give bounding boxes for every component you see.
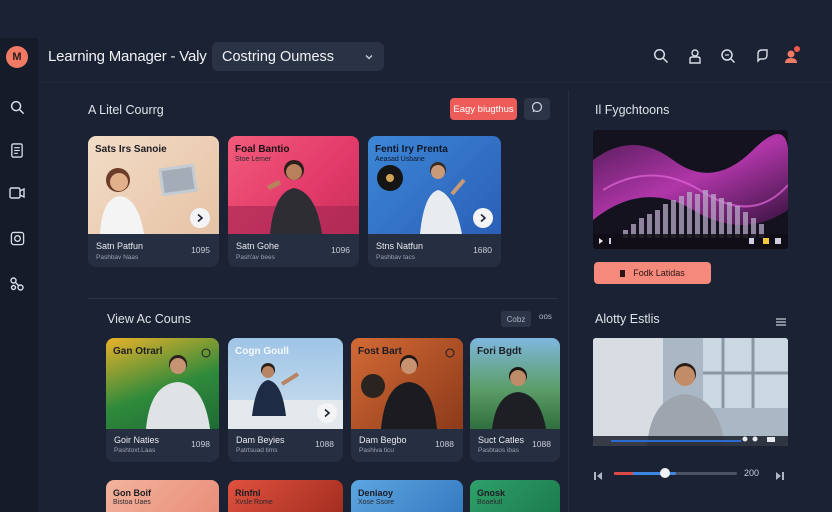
card-thumb-subtitle: Aeasad Usbane xyxy=(375,156,425,163)
course-card[interactable]: Fori Bgdt Suct Catles Pasbtaos ibas 1088 xyxy=(470,338,560,462)
chevron-down-icon xyxy=(364,50,374,66)
card-thumb-title: Sats Irs Sanoie xyxy=(95,144,167,155)
view-all-title: View Ac Couns xyxy=(107,312,191,326)
play-icon[interactable] xyxy=(190,208,210,228)
card-thumb-subtitle: Xvsle Rome xyxy=(235,499,273,506)
player-action-label: Fodk Latidas xyxy=(633,268,685,278)
card-title: Goir Naties xyxy=(114,435,160,445)
card-thumb-title: Gon Boif xyxy=(113,488,151,498)
column-divider xyxy=(568,90,569,512)
latest-primary-button[interactable]: Eagy biugthus xyxy=(450,98,517,120)
search-icon[interactable] xyxy=(652,47,670,65)
card-subtitle: Pashtoxt.Laas xyxy=(114,447,156,454)
previous-icon[interactable] xyxy=(594,468,602,486)
card-thumb-title: Gan Otrarl xyxy=(113,346,163,357)
video-icon[interactable] xyxy=(9,185,25,201)
search-icon[interactable] xyxy=(9,99,25,115)
card-subtitle: Pashiva ticu xyxy=(359,447,395,454)
course-dropdown[interactable]: Costring Oumess xyxy=(212,42,384,71)
document-icon[interactable] xyxy=(9,142,25,158)
card-thumb-title: Gnosk xyxy=(477,488,506,498)
card-thumb-title: Cogn Goull xyxy=(235,346,289,357)
course-card[interactable]: Cogn Goull Dam Beyies Patrtsuad tims 108… xyxy=(228,338,343,462)
view-toggle[interactable]: Cobz xyxy=(501,311,531,327)
playback-controls[interactable]: 200 xyxy=(594,466,788,480)
audio-player[interactable] xyxy=(593,130,788,249)
course-card[interactable]: Deniaoy Xose Ssore xyxy=(351,480,463,512)
gallery-icon[interactable] xyxy=(9,230,25,246)
user-icon[interactable] xyxy=(686,47,704,65)
filter-button[interactable] xyxy=(524,98,550,120)
course-card[interactable]: Sats Irs Sanoie Satn Patfun Pashbav Naas… xyxy=(88,136,219,267)
course-card[interactable]: Gnosk Boaelutl xyxy=(470,480,560,512)
card-title: Stns Natfun xyxy=(376,241,424,251)
logo-text: M xyxy=(12,51,22,63)
card-count: 1095 xyxy=(191,245,210,255)
app-logo[interactable]: M xyxy=(6,46,28,68)
info-icon xyxy=(445,345,455,363)
info-icon xyxy=(201,345,211,363)
course-card[interactable]: Fenti Iry Prenta Aeasad Usbane Stns Natf… xyxy=(368,136,501,267)
progress-track[interactable] xyxy=(614,472,737,475)
card-count: 1088 xyxy=(532,439,551,449)
settings-icon[interactable] xyxy=(9,276,25,292)
card-title: Satn Patfun xyxy=(96,241,144,251)
menu-icon[interactable] xyxy=(775,314,787,332)
notification-badge xyxy=(794,46,800,52)
next-icon[interactable] xyxy=(776,468,784,486)
card-title: Dam Begbo xyxy=(359,435,407,445)
card-thumb-title: Deniaoy xyxy=(358,488,394,498)
latest-courses-title: A Litel Courrg xyxy=(88,103,164,117)
card-subtitle: Pashbav Naas xyxy=(96,254,139,261)
card-title: Satn Gohe xyxy=(236,241,280,251)
course-thumbnail: Fost Bart xyxy=(351,338,463,429)
card-count: 1088 xyxy=(315,439,334,449)
card-thumb-subtitle: Bistoa Uaes xyxy=(113,499,151,506)
card-title: Suct Catles xyxy=(478,435,525,445)
card-thumb-subtitle: Boaelutl xyxy=(477,499,503,506)
course-card[interactable]: Fost Bart Dam Begbo Pashiva ticu 1088 xyxy=(351,338,463,462)
card-count: 1096 xyxy=(331,245,350,255)
card-thumb-title: Foal Bantio xyxy=(235,144,290,155)
section-divider xyxy=(88,298,558,299)
play-icon[interactable] xyxy=(473,208,493,228)
course-card[interactable]: Gon Boif Bistoa Uaes xyxy=(106,480,219,512)
play-icon[interactable] xyxy=(317,403,337,423)
card-title: Dam Beyies xyxy=(236,435,285,445)
course-thumbnail: Foal Bantio Stoe Lemer xyxy=(228,136,359,234)
course-dropdown-value: Costring Oumess xyxy=(222,48,335,65)
stop-icon xyxy=(620,269,626,277)
bookmark-icon[interactable] xyxy=(753,47,771,65)
card-subtitle: Patrtsuad tims xyxy=(236,447,278,454)
card-thumb-title: Fost Bart xyxy=(358,346,402,357)
course-card[interactable]: Foal Bantio Stoe Lemer Satn Gohe Pash'av… xyxy=(228,136,359,267)
card-thumb-subtitle: Xose Ssore xyxy=(358,499,395,506)
course-thumbnail: Gan Otrarl xyxy=(106,338,219,429)
app-title: Learning Manager - Valy xyxy=(48,48,207,65)
card-thumb-title: Fori Bgdt xyxy=(477,346,522,357)
playback-time: 200 xyxy=(744,468,760,478)
card-thumb-title: Rinfnl xyxy=(235,488,261,498)
player-action-button[interactable]: Fodk Latidas xyxy=(594,262,711,284)
playlist-title: Il Fygchtoons xyxy=(595,103,670,117)
zoom-icon[interactable] xyxy=(719,47,737,65)
card-subtitle: Pashbav tacs xyxy=(376,254,416,261)
video-preview[interactable] xyxy=(593,338,788,446)
card-subtitle: Pasbtaos ibas xyxy=(478,447,519,454)
course-card[interactable]: Gan Otrarl Goir Naties Pashtoxt.Laas 109… xyxy=(106,338,219,462)
progress-knob[interactable] xyxy=(660,468,670,478)
card-count: 1680 xyxy=(473,245,492,255)
card-subtitle: Pash'av bees xyxy=(236,254,275,261)
chat-icon xyxy=(531,100,543,118)
card-count: 1088 xyxy=(435,439,454,449)
card-count: 1098 xyxy=(191,439,210,449)
card-thumb-subtitle: Stoe Lemer xyxy=(235,156,272,163)
activity-title: Alotty Estlis xyxy=(595,312,660,326)
course-thumbnail: Fori Bgdt xyxy=(470,338,560,429)
course-card[interactable]: Rinfnl Xvsle Rome xyxy=(228,480,343,512)
card-thumb-title: Fenti Iry Prenta xyxy=(375,144,448,155)
view-more-link[interactable]: oos xyxy=(539,312,552,321)
header-divider xyxy=(38,82,832,83)
